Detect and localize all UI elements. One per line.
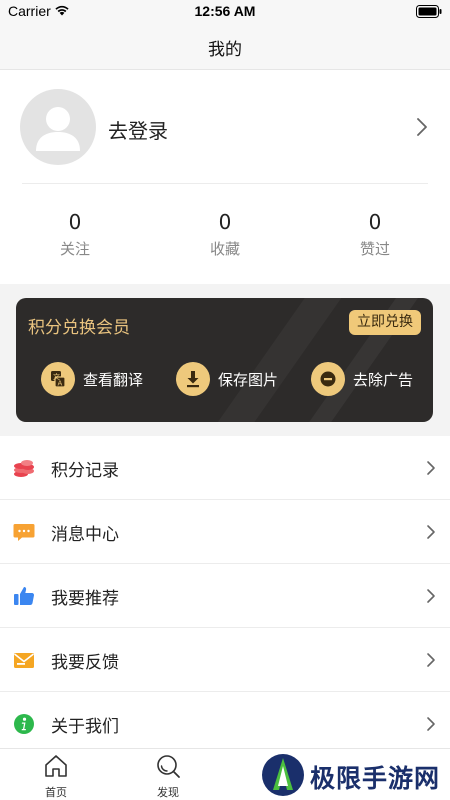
avatar[interactable] xyxy=(20,89,96,165)
stat-following[interactable]: 0 关注 xyxy=(0,210,150,259)
chevron-right-icon xyxy=(426,716,436,736)
watermark: 极限手游网 xyxy=(258,752,450,798)
menu-item-message-center[interactable]: 消息中心 xyxy=(0,500,450,564)
login-link[interactable]: 去登录 xyxy=(108,115,168,144)
stat-value: 0 xyxy=(218,210,232,234)
tab-label: 首页 xyxy=(45,786,67,799)
menu-item-about-us[interactable]: 关于我们 xyxy=(0,692,450,756)
menu-label: 我要反馈 xyxy=(51,653,119,673)
stat-label: 关注 xyxy=(59,240,90,258)
menu-label: 我要推荐 xyxy=(51,589,119,609)
default-avatar-icon xyxy=(36,107,80,151)
menu-label: 关于我们 xyxy=(51,717,119,737)
chevron-right-icon xyxy=(416,117,428,141)
nav-bar: 我的 xyxy=(0,24,450,70)
feature-label: 查看翻译 xyxy=(83,371,144,389)
discover-search-icon xyxy=(138,753,198,783)
profile-header[interactable]: 去登录 xyxy=(0,70,450,184)
stat-value: 0 xyxy=(368,210,382,234)
stat-favorites[interactable]: 0 收藏 xyxy=(150,210,300,259)
feature-label: 去除广告 xyxy=(353,371,414,389)
chevron-right-icon xyxy=(426,524,436,544)
home-icon xyxy=(26,753,86,783)
tab-label: 发现 xyxy=(157,786,179,799)
menu-item-feedback[interactable]: 我要反馈 xyxy=(0,628,450,692)
menu-item-points-record[interactable]: 积分记录 xyxy=(0,436,450,500)
vip-title: 积分兑换会员 xyxy=(28,318,130,338)
thumbs-up-icon xyxy=(13,585,35,607)
clock-time: 12:56 AM xyxy=(194,3,256,19)
download-icon xyxy=(176,362,210,396)
tab-discover[interactable]: 发现 xyxy=(138,753,198,800)
menu-label: 消息中心 xyxy=(51,525,119,545)
chevron-right-icon xyxy=(426,588,436,608)
page-title: 我的 xyxy=(208,40,242,60)
translate-icon: 文A xyxy=(41,362,75,396)
menu-label: 积分记录 xyxy=(51,461,119,481)
message-icon xyxy=(13,521,35,543)
remove-ad-icon xyxy=(311,362,345,396)
chevron-right-icon xyxy=(426,460,436,480)
feedback-mail-icon xyxy=(13,649,35,671)
battery-icon xyxy=(416,5,442,22)
stat-label: 收藏 xyxy=(209,240,240,258)
info-icon xyxy=(13,713,35,735)
menu-item-recommend[interactable]: 我要推荐 xyxy=(0,564,450,628)
stat-liked[interactable]: 0 赞过 xyxy=(300,210,450,259)
watermark-logo-icon xyxy=(260,752,306,800)
watermark-text: 极限手游网 xyxy=(310,764,441,793)
vip-card[interactable]: 积分兑换会员 立即兑换 文A 查看翻译 保存图片 去除广告 xyxy=(16,298,433,422)
chevron-right-icon xyxy=(426,652,436,672)
vip-section: 积分兑换会员 立即兑换 文A 查看翻译 保存图片 去除广告 xyxy=(0,284,450,436)
coins-icon xyxy=(13,457,35,479)
status-bar: Carrier 12:56 AM xyxy=(0,0,450,24)
stat-value: 0 xyxy=(68,210,82,234)
tab-home[interactable]: 首页 xyxy=(26,753,86,800)
stat-label: 赞过 xyxy=(359,240,390,258)
exchange-now-button[interactable]: 立即兑换 xyxy=(349,310,421,335)
feature-label: 保存图片 xyxy=(218,371,279,389)
stats-row: 0 关注 0 收藏 0 赞过 xyxy=(0,184,450,284)
svg-text:A: A xyxy=(58,380,63,388)
